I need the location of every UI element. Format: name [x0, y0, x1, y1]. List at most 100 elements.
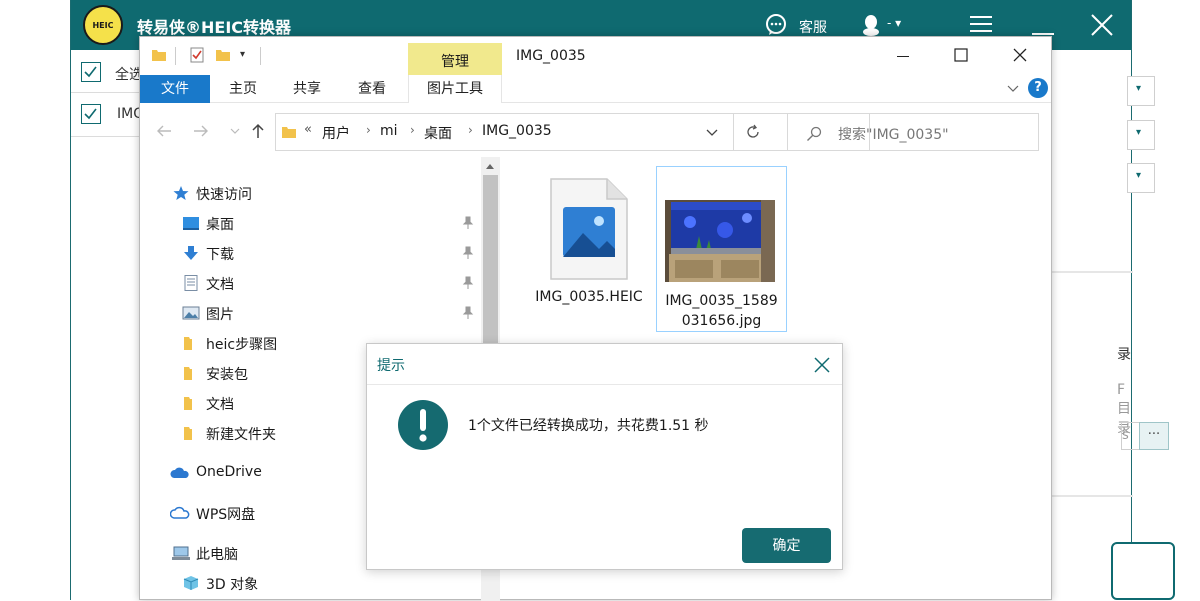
close-icon[interactable] [1013, 48, 1027, 62]
picture-icon [182, 306, 200, 320]
breadcrumb-separator-icon[interactable]: › [410, 123, 415, 137]
nav-item-3d-objects[interactable]: 3D 对象 [140, 571, 480, 597]
star-icon [173, 186, 189, 200]
recent-locations-icon[interactable] [229, 125, 241, 137]
divider [71, 136, 141, 137]
output-dir-label[interactable]: 录 [1117, 344, 1131, 364]
start-convert-button[interactable] [1111, 542, 1175, 600]
nav-item-label: 3D 对象 [206, 577, 259, 593]
nav-item-documents[interactable]: 文档 [140, 271, 480, 297]
pin-icon[interactable] [462, 306, 474, 320]
scroll-up-icon[interactable] [484, 161, 496, 171]
ribbon-tabs: 文件 主页 共享 查看 图片工具 ? [140, 75, 1051, 103]
chat-icon[interactable] [765, 14, 787, 36]
pin-icon[interactable] [462, 246, 474, 260]
folder-icon [184, 427, 192, 440]
chevron-down-icon[interactable] [706, 128, 718, 138]
tab-file[interactable]: 文件 [140, 75, 210, 103]
nav-item-label: 下载 [206, 247, 234, 263]
breadcrumb-separator-icon[interactable]: › [366, 123, 371, 137]
close-icon[interactable] [814, 357, 830, 373]
conversion-complete-dialog: 提示 1个文件已经转换成功，共花费1.51 秒 确定 [366, 343, 843, 570]
browse-button[interactable]: ... [1139, 422, 1169, 450]
explorer-window-title: IMG_0035 [516, 48, 586, 64]
back-arrow-icon[interactable] [156, 123, 172, 139]
menu-icon[interactable] [970, 15, 992, 33]
quick-access-dropdown-icon[interactable]: ▾ [240, 49, 245, 60]
chevron-down-icon: ▾ [1136, 127, 1142, 138]
nav-item-label: 图片 [206, 307, 234, 323]
file-item-heic[interactable]: IMG_0035.HEIC [527, 169, 647, 309]
folder-icon [184, 367, 192, 380]
aquarium-photo-thumbnail [665, 200, 775, 282]
document-icon [184, 275, 198, 291]
nav-item-pictures[interactable]: 图片 [140, 301, 480, 327]
file-name-line: IMG_0035_1589 [665, 293, 778, 309]
search-icon [807, 126, 822, 141]
properties-icon[interactable] [190, 47, 204, 63]
file-checkbox[interactable] [81, 104, 101, 124]
divider [367, 384, 842, 385]
tab-picture-tools[interactable]: 图片工具 [408, 75, 502, 103]
folder-icon[interactable] [152, 49, 166, 61]
new-folder-icon[interactable] [216, 49, 230, 61]
size-dropdown[interactable]: ▾ [1127, 163, 1155, 193]
close-icon[interactable] [1091, 14, 1113, 36]
logo-text: HEIC [92, 21, 114, 30]
minimize-icon[interactable] [1032, 14, 1054, 36]
pin-icon[interactable] [462, 216, 474, 230]
nav-item-quick-access[interactable]: 快速访问 [140, 181, 480, 207]
tab-home[interactable]: 主页 [210, 75, 276, 103]
nav-item-label: heic步骤图 [206, 337, 278, 353]
minimize-icon[interactable] [896, 49, 910, 63]
chevron-down-icon: ▾ [1136, 170, 1142, 181]
cloud-outline-icon [170, 506, 190, 519]
overflow-chevrons[interactable]: « [304, 122, 312, 137]
chevron-down-icon[interactable] [1006, 81, 1020, 95]
file-name-line: 031656.jpg [681, 313, 762, 329]
breadcrumb-img-folder[interactable]: IMG_0035 [482, 123, 552, 139]
forward-arrow-icon[interactable] [193, 123, 209, 139]
output-path-field[interactable]: s [1121, 422, 1141, 450]
maximize-icon[interactable] [954, 48, 968, 62]
divider [260, 47, 261, 65]
search-input[interactable]: 搜索"IMG_0035" [787, 113, 1039, 151]
address-bar[interactable]: « 用户 › mi › 桌面 › IMG_0035 [275, 113, 870, 151]
folder-icon [282, 127, 296, 138]
manage-tab[interactable]: 管理 [408, 43, 502, 75]
breadcrumb-separator-icon[interactable]: › [468, 123, 473, 137]
help-icon[interactable]: ? [1028, 78, 1048, 98]
refresh-icon[interactable] [745, 124, 761, 140]
breadcrumb-users[interactable]: 用户 [322, 123, 350, 143]
nav-item-label: 快速访问 [196, 187, 252, 203]
download-icon [184, 246, 198, 260]
tab-view[interactable]: 查看 [338, 75, 406, 103]
ok-button[interactable]: 确定 [742, 528, 831, 563]
user-dropdown[interactable]: - ▾ [887, 16, 901, 30]
select-all-checkbox[interactable] [81, 62, 101, 82]
user-icon[interactable] [861, 14, 881, 36]
file-name: IMG_0035_1589 031656.jpg [657, 291, 786, 331]
nav-item-downloads[interactable]: 下载 [140, 241, 480, 267]
search-placeholder: 搜索"IMG_0035" [838, 127, 949, 143]
divider [1051, 495, 1133, 497]
divider [71, 92, 141, 93]
desktop-icon [183, 217, 199, 230]
divider [733, 114, 734, 150]
quality-dropdown[interactable]: ▾ [1127, 120, 1155, 150]
format-dropdown[interactable]: ▾ [1127, 76, 1155, 106]
navigation-bar: « 用户 › mi › 桌面 › IMG_0035 搜索"IMG_0035" [140, 111, 1051, 151]
nav-item-desktop[interactable]: 桌面 [140, 211, 480, 237]
pin-icon[interactable] [462, 276, 474, 290]
tab-share[interactable]: 共享 [276, 75, 338, 103]
scrollbar-thumb[interactable] [483, 175, 498, 345]
nav-item-label: 文档 [206, 397, 234, 413]
service-button[interactable]: 客服 [799, 17, 827, 37]
up-arrow-icon[interactable] [250, 123, 266, 139]
breadcrumb-mi[interactable]: mi [380, 123, 398, 139]
folder-icon [184, 337, 192, 350]
exclamation-icon [398, 400, 448, 450]
file-item-jpg-selected[interactable]: IMG_0035_1589 031656.jpg [656, 166, 787, 332]
cloud-icon [170, 467, 189, 478]
breadcrumb-desktop[interactable]: 桌面 [424, 123, 452, 143]
